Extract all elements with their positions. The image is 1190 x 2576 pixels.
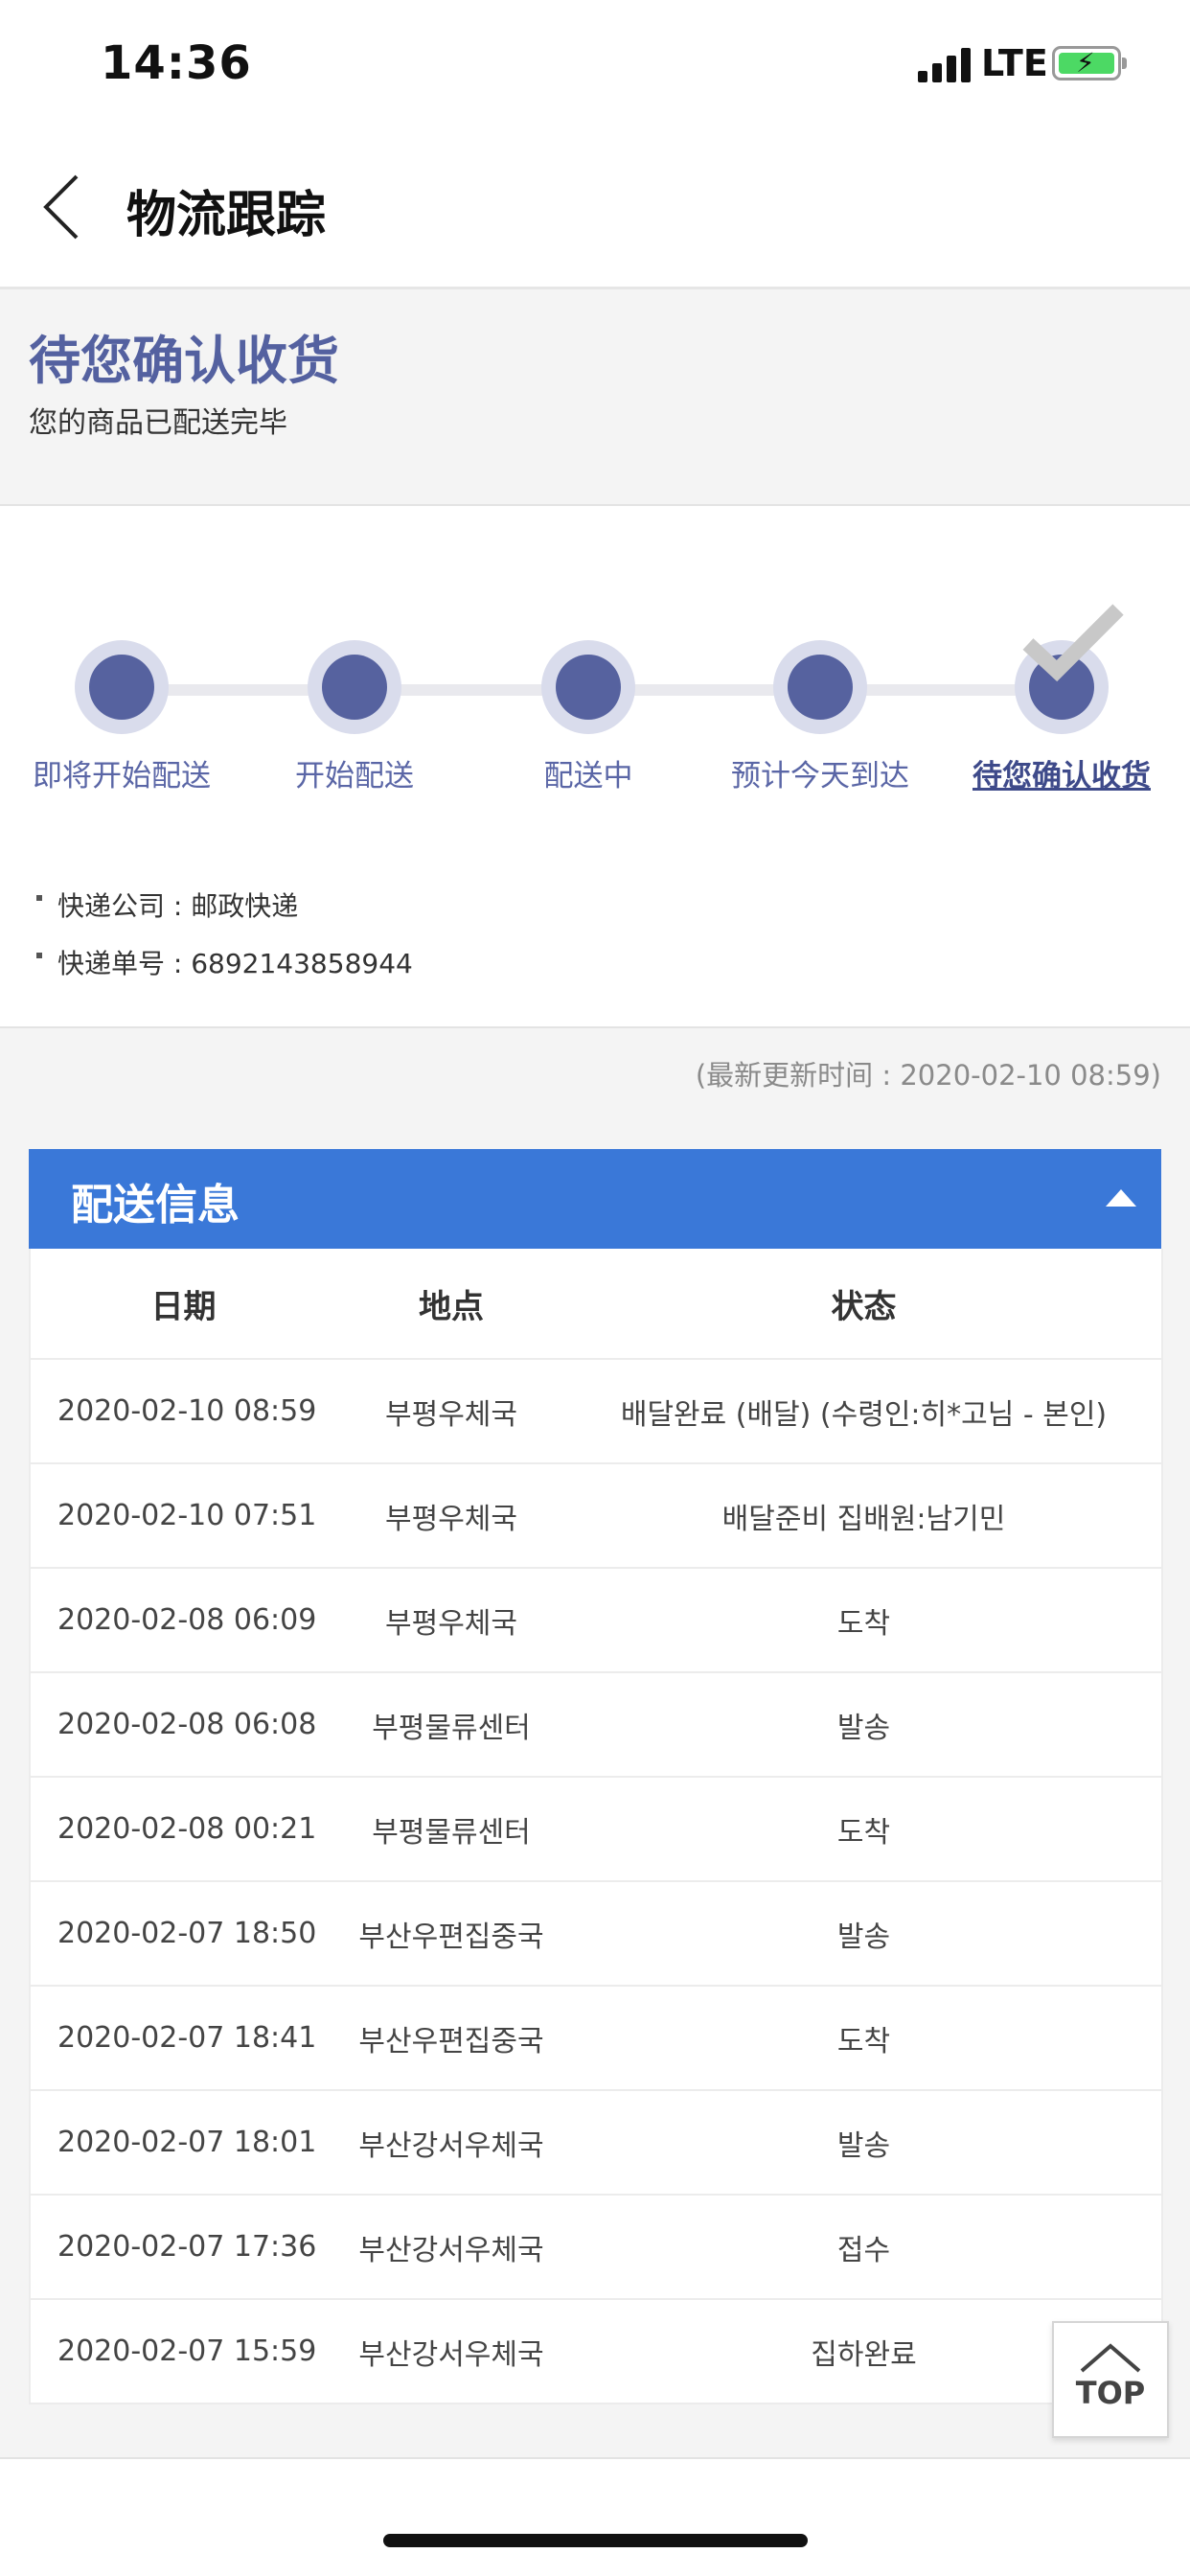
column-header-location: 地点 xyxy=(336,1249,566,1360)
table-header-row: 日期 地点 状态 xyxy=(30,1249,1162,1360)
column-header-date: 日期 xyxy=(30,1249,336,1360)
status-time: 14:36 xyxy=(101,36,252,90)
page-title: 物流跟踪 xyxy=(126,187,327,244)
cell-status: 배달완료 (배달) (수령인:히*고님 - 본인) xyxy=(566,1359,1162,1464)
table-row: 2020-02-10 08:59 부평우체국 배달완료 (배달) (수령인:히*고님… xyxy=(30,1359,1162,1464)
table-row: 2020-02-08 06:09 부평우체국 도착 xyxy=(30,1568,1162,1673)
cell-location: 부산우편집중국 xyxy=(336,1986,566,2091)
table-row: 2020-02-07 15:59 부산강서우체국 집하완료 xyxy=(30,2299,1162,2404)
cell-status: 도착 xyxy=(566,1777,1162,1882)
battery-icon: ⚡ xyxy=(1052,46,1127,80)
scroll-to-top-button[interactable]: TOP xyxy=(1052,2321,1169,2438)
order-status-summary: 待您确认收货 您的商品已配送完毕 xyxy=(0,289,1190,506)
cell-location: 부평물류센터 xyxy=(336,1672,566,1778)
cell-date: 2020-02-08 00:21 xyxy=(30,1777,336,1882)
step-dot xyxy=(75,640,169,734)
carrier-text: 快递公司 : 邮政快递 xyxy=(57,890,299,922)
step-label[interactable]: 待您确认收货 xyxy=(918,751,1190,794)
cell-location: 부평우체국 xyxy=(336,1359,566,1464)
cell-status: 발송 xyxy=(566,2090,1162,2196)
cell-date: 2020-02-10 08:59 xyxy=(30,1359,336,1464)
cell-status: 도착 xyxy=(566,1568,1162,1673)
delivery-details-section: (最新更新时间 : 2020-02-10 08:59) 配送信息 日期 地点 状… xyxy=(0,1028,1190,2459)
network-type: LTE xyxy=(981,42,1048,84)
tracking-number-info: 快递单号 : 6892143858944 xyxy=(36,943,413,981)
table-row: 2020-02-07 18:50 부산우편집중국 발송 xyxy=(30,1881,1162,1987)
cell-date: 2020-02-08 06:09 xyxy=(30,1568,336,1673)
nav-bar: 物流跟踪 xyxy=(0,125,1190,289)
step-dot xyxy=(308,640,401,734)
cell-date: 2020-02-08 06:08 xyxy=(30,1672,336,1778)
status-heading: 待您确认收货 xyxy=(29,331,339,391)
table-row: 2020-02-08 00:21 부평물류센터 도착 xyxy=(30,1777,1162,1882)
cell-location: 부산강서우체국 xyxy=(336,2195,566,2300)
cell-location: 부산강서우체국 xyxy=(336,2090,566,2196)
cell-location: 부산강서우체국 xyxy=(336,2299,566,2404)
cell-location: 부평우체국 xyxy=(336,1568,566,1673)
cell-date: 2020-02-10 07:51 xyxy=(30,1463,336,1569)
signal-icon xyxy=(918,46,973,82)
cell-location: 부평물류센터 xyxy=(336,1777,566,1882)
cell-date: 2020-02-07 18:50 xyxy=(30,1881,336,1987)
table-row: 2020-02-07 17:36 부산강서우체국 접수 xyxy=(30,2195,1162,2300)
panel-title: 配送信息 xyxy=(71,1181,240,1230)
table-row: 2020-02-08 06:08 부평물류센터 발송 xyxy=(30,1672,1162,1778)
last-updated-time: (最新更新时间 : 2020-02-10 08:59) xyxy=(695,1059,1161,1092)
cell-location: 부산우편집중국 xyxy=(336,1881,566,1987)
top-label: TOP xyxy=(1075,2375,1146,2411)
cell-location: 부평우체국 xyxy=(336,1463,566,1569)
delivery-info-table: 日期 地点 状态 2020-02-10 08:59 부평우체국 배달완료 (배달) … xyxy=(29,1249,1163,2404)
bullet-icon xyxy=(36,895,42,901)
cell-date: 2020-02-07 18:01 xyxy=(30,2090,336,2196)
column-header-status: 状态 xyxy=(566,1249,1162,1360)
cell-status: 배달준비 집배원:남기민 xyxy=(566,1463,1162,1569)
table-row: 2020-02-07 18:01 부산강서우체국 발송 xyxy=(30,2090,1162,2196)
status-description: 您的商品已配送完毕 xyxy=(29,406,287,440)
delivery-info-panel: 配送信息 日期 地点 状态 2020-02-10 08:59 부평우체국 배달완료 … xyxy=(29,1149,1163,2404)
cell-status: 발송 xyxy=(566,1881,1162,1987)
delivery-progress: 即将开始配送 开始配送 配送中 预计今天到达 待您确认收货 快递公司 : 邮政快… xyxy=(0,506,1190,1028)
status-bar: 14:36 LTE ⚡ xyxy=(0,0,1190,125)
chevron-up-icon xyxy=(1080,2343,1141,2373)
carrier-info: 快递公司 : 邮政快递 xyxy=(36,886,298,924)
chevron-left-icon[interactable] xyxy=(36,172,103,240)
cell-date: 2020-02-07 17:36 xyxy=(30,2195,336,2300)
caret-up-icon[interactable] xyxy=(1106,1189,1136,1207)
tracking-number-text: 快递单号 : 6892143858944 xyxy=(57,948,413,979)
table-row: 2020-02-10 07:51 부평우체국 배달준비 집배원:남기민 xyxy=(30,1463,1162,1569)
cell-date: 2020-02-07 15:59 xyxy=(30,2299,336,2404)
table-row: 2020-02-07 18:41 부산우편집중국 도착 xyxy=(30,1986,1162,2091)
step-dot xyxy=(541,640,635,734)
cell-date: 2020-02-07 18:41 xyxy=(30,1986,336,2091)
bullet-icon xyxy=(36,953,42,958)
checkmark-icon xyxy=(1022,604,1124,682)
cell-status: 발송 xyxy=(566,1672,1162,1778)
cell-status: 접수 xyxy=(566,2195,1162,2300)
cell-status: 도착 xyxy=(566,1986,1162,2091)
step-dot xyxy=(773,640,867,734)
delivery-info-header[interactable]: 配送信息 xyxy=(29,1149,1161,1249)
home-indicator xyxy=(383,2534,808,2547)
